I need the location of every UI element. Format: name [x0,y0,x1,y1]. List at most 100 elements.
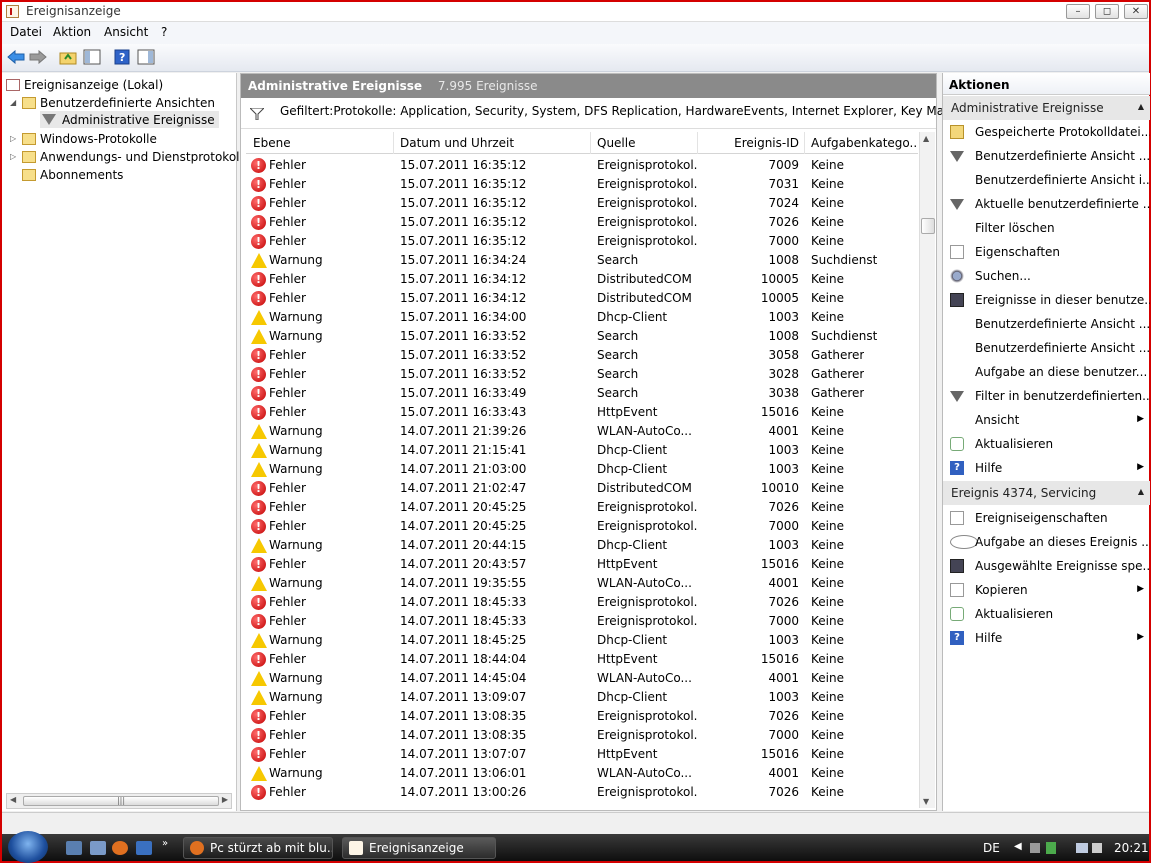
table-row[interactable]: Warnung 15.07.2011 16:34:00 Dhcp-Client 100… [246,307,918,326]
table-row[interactable]: Warnung 14.07.2011 14:45:04 WLAN-AutoCo...… [246,668,918,687]
back-arrow-icon[interactable] [6,47,26,67]
section-selected-event[interactable]: Ereignis 4374, Servicing ▲ [943,481,1150,505]
action-item[interactable]: Ereigniseigenschaften [943,506,1150,530]
help-icon[interactable]: ? [112,47,132,67]
action-item[interactable]: Kopieren ▶ [943,578,1150,602]
table-row[interactable]: ! Fehler 14.07.2011 18:45:33 Ereignisprotok… [246,611,918,630]
connection-icon[interactable] [1076,843,1088,853]
action-item[interactable]: Suchen... [943,264,1150,288]
table-row[interactable]: ! Fehler 15.07.2011 16:34:12 DistributedCOM… [246,288,918,307]
scroll-down-arrow-icon[interactable]: ▼ [923,797,929,806]
action-item[interactable]: Benutzerdefinierte Ansicht ... [943,336,1150,360]
language-indicator[interactable]: DE [983,841,1000,855]
start-button[interactable] [8,831,48,863]
menu-action[interactable]: Aktion [53,25,91,39]
table-row[interactable]: Warnung 14.07.2011 18:45:25 Dhcp-Client 100… [246,630,918,649]
table-row[interactable]: ! Fehler 15.07.2011 16:33:52 Search 3028 Gath… [246,364,918,383]
tree-custom-views[interactable]: ◢ Benutzerdefinierte Ansichten [10,94,215,111]
table-row[interactable]: ! Fehler 15.07.2011 16:35:12 Ereignisprotok… [246,155,918,174]
horizontal-scrollbar[interactable]: ◀ ||| ▶ [6,793,232,809]
column-event-id[interactable]: Ereignis-ID [716,136,799,150]
action-item[interactable]: Aufgabe an diese benutzer... [943,360,1150,384]
task-event-viewer[interactable]: Ereignisanzeige [342,837,496,859]
table-row[interactable]: Warnung 14.07.2011 21:15:41 Dhcp-Client 100… [246,440,918,459]
column-source[interactable]: Quelle [597,136,635,150]
action-item[interactable]: Benutzerdefinierte Ansicht ... [943,144,1150,168]
table-row[interactable]: ! Fehler 14.07.2011 13:07:07 HttpEvent 15016… [246,744,918,763]
action-item[interactable]: Ansicht ▶ [943,408,1150,432]
collapse-arrow-icon[interactable]: ▲ [1138,102,1144,111]
show-desktop-icon[interactable] [66,841,82,855]
table-row[interactable]: ! Fehler 14.07.2011 18:44:04 HttpEvent 15016… [246,649,918,668]
table-row[interactable]: Warnung 14.07.2011 21:39:26 WLAN-AutoCo...… [246,421,918,440]
scrollbar-thumb[interactable]: ||| [23,796,219,806]
table-row[interactable]: ! Fehler 14.07.2011 20:45:25 Ereignisprotok… [246,497,918,516]
tree-admin-events[interactable]: Administrative Ereignisse [40,111,219,128]
expand-arrow-icon[interactable]: ▷ [10,152,20,161]
clock[interactable]: 20:21 [1114,841,1149,855]
action-item[interactable]: Ereignisse in dieser benutze... [943,288,1150,312]
action-item[interactable]: Eigenschaften [943,240,1150,264]
task-browser[interactable]: Pc stürzt ab mit blu... [183,837,333,859]
table-row[interactable]: ! Fehler 14.07.2011 13:08:35 Ereignisprotok… [246,706,918,725]
collapse-arrow-icon[interactable]: ▲ [1138,487,1144,496]
menu-file[interactable]: Datei [10,25,42,39]
close-button[interactable]: ✕ [1124,4,1148,19]
table-row[interactable]: ! Fehler 14.07.2011 20:45:25 Ereignisprotok… [246,516,918,535]
media-player-icon[interactable] [136,841,152,855]
section-admin-events[interactable]: Administrative Ereignisse ▲ [943,96,1150,120]
action-item[interactable]: Benutzerdefinierte Ansicht i... [943,168,1150,192]
action-item[interactable]: Aktualisieren [943,602,1150,626]
show-hide-actions-icon[interactable] [136,47,156,67]
volume-icon[interactable] [1092,843,1102,853]
open-folder-icon[interactable] [58,47,78,67]
switch-windows-icon[interactable] [90,841,106,855]
firefox-icon[interactable] [112,841,128,855]
table-row[interactable]: Warnung 14.07.2011 13:06:01 WLAN-AutoCo...… [246,763,918,782]
vertical-scrollbar[interactable]: ▲ ▼ [919,132,935,808]
action-item[interactable]: Benutzerdefinierte Ansicht ... [943,312,1150,336]
table-row[interactable]: Warnung 15.07.2011 16:34:24 Search 1008 Such… [246,250,918,269]
tree-subscriptions[interactable]: Abonnements [20,166,123,183]
menu-view[interactable]: Ansicht [104,25,148,39]
table-row[interactable]: Warnung 14.07.2011 20:44:15 Dhcp-Client 100… [246,535,918,554]
tray-expand-icon[interactable]: ◀ [1014,841,1022,852]
tree-app-logs[interactable]: ▷ Anwendungs- und Dienstprotokolle [10,148,250,165]
action-item[interactable]: Filter in benutzerdefinierten... [943,384,1150,408]
column-task-category[interactable]: Aufgabenkatego... [811,136,916,150]
minimize-button[interactable]: – [1066,4,1090,19]
scrollbar-thumb[interactable] [921,218,935,234]
tree-root[interactable]: Ereignisanzeige (Lokal) [6,76,163,93]
security-icon[interactable] [1046,842,1056,854]
table-row[interactable]: Warnung 14.07.2011 21:03:00 Dhcp-Client 100… [246,459,918,478]
action-item[interactable]: Aufgabe an dieses Ereignis ... [943,530,1150,554]
network-icon[interactable] [1030,843,1040,853]
table-row[interactable]: ! Fehler 14.07.2011 18:45:33 Ereignisprotok… [246,592,918,611]
table-row[interactable]: ! Fehler 15.07.2011 16:35:12 Ereignisprotok… [246,174,918,193]
action-item[interactable]: Filter löschen [943,216,1150,240]
action-item[interactable]: ? Hilfe ▶ [943,626,1150,650]
table-row[interactable]: ! Fehler 14.07.2011 21:02:47 DistributedCOM… [246,478,918,497]
show-hide-tree-icon[interactable] [82,47,102,67]
table-row[interactable]: ! Fehler 15.07.2011 16:34:12 DistributedCOM… [246,269,918,288]
table-row[interactable]: ! Fehler 14.07.2011 13:08:35 Ereignisprotok… [246,725,918,744]
menu-help[interactable]: ? [161,25,167,39]
tree-windows-logs[interactable]: ▷ Windows-Protokolle [10,130,157,147]
collapse-arrow-icon[interactable]: ◢ [10,98,20,107]
column-date[interactable]: Datum und Uhrzeit [400,136,514,150]
maximize-button[interactable]: ◻ [1095,4,1119,19]
forward-arrow-icon[interactable] [28,47,48,67]
column-level[interactable]: Ebene [253,136,291,150]
action-item[interactable]: Aktualisieren [943,432,1150,456]
table-row[interactable]: ! Fehler 14.07.2011 20:43:57 HttpEvent 15016… [246,554,918,573]
action-item[interactable]: Ausgewählte Ereignisse spe... [943,554,1150,578]
table-row[interactable]: ! Fehler 15.07.2011 16:33:49 Search 3038 Gath… [246,383,918,402]
table-row[interactable]: ! Fehler 15.07.2011 16:33:43 HttpEvent 15016… [246,402,918,421]
table-row[interactable]: Warnung 14.07.2011 13:09:07 Dhcp-Client 100… [246,687,918,706]
action-item[interactable]: Gespeicherte Protokolldatei... [943,120,1150,144]
table-row[interactable]: ! Fehler 15.07.2011 16:33:52 Search 3058 Gath… [246,345,918,364]
table-row[interactable]: Warnung 14.07.2011 19:35:55 WLAN-AutoCo...… [246,573,918,592]
scroll-up-arrow-icon[interactable]: ▲ [923,134,929,143]
action-item[interactable]: ? Hilfe ▶ [943,456,1150,480]
action-item[interactable]: Aktuelle benutzerdefinierte ... [943,192,1150,216]
